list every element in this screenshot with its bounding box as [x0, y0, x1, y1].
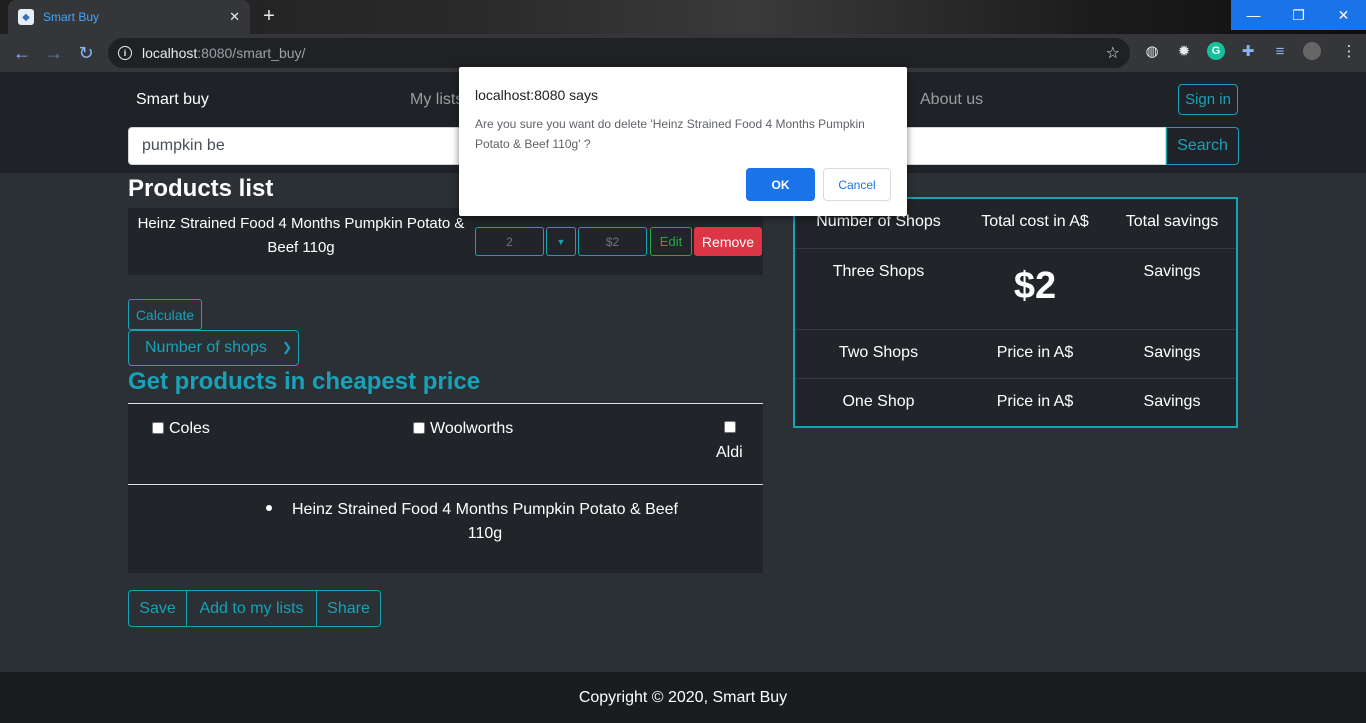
media-queue-icon[interactable]: ≡	[1271, 42, 1289, 60]
product-name: Heinz Strained Food 4 Months Pumpkin Pot…	[137, 215, 465, 256]
url-host: localhost	[142, 45, 198, 61]
new-tab-button[interactable]: +	[258, 6, 280, 28]
confirm-dialog: localhost:8080 says Are you sure you wan…	[459, 67, 907, 216]
dialog-title: localhost:8080 says	[475, 87, 598, 103]
favicon-icon: ◆	[18, 9, 34, 25]
search-button[interactable]: Search	[1166, 127, 1239, 165]
number-of-shops-select[interactable]: Number of shops ❯	[128, 330, 299, 366]
menu-dots-icon[interactable]: ⋮	[1340, 42, 1358, 60]
globe-extension-icon[interactable]: ◍	[1143, 42, 1161, 60]
save-button[interactable]: Save	[129, 591, 186, 626]
row-shops: Two Shops	[838, 344, 919, 361]
nav-my-lists[interactable]: My lists	[410, 91, 463, 109]
edit-button[interactable]: Edit	[650, 227, 692, 256]
summary-table: Number of Shops Total cost in A$ Total s…	[793, 197, 1238, 428]
close-window-button[interactable]: ✕	[1321, 0, 1366, 30]
row-shops: Three Shops	[832, 263, 925, 280]
nav-about-us[interactable]: About us	[920, 91, 983, 109]
profile-avatar[interactable]	[1303, 42, 1321, 60]
result-item: Heinz Strained Food 4 Months Pumpkin Pot…	[292, 501, 678, 542]
cancel-button[interactable]: Cancel	[823, 168, 891, 201]
restore-button[interactable]: ❐	[1276, 0, 1321, 30]
coles-checkbox[interactable]	[152, 422, 164, 434]
forward-arrow-icon[interactable]: →	[38, 37, 70, 69]
site-info-icon[interactable]: i	[118, 46, 132, 60]
ok-button[interactable]: OK	[746, 168, 815, 201]
cheapest-heading: Get products in cheapest price	[128, 368, 481, 395]
woolworths-label: Woolworths	[430, 420, 514, 437]
bookmark-star-icon[interactable]: ☆	[1106, 43, 1120, 63]
price-input[interactable]: $2	[578, 227, 647, 256]
quantity-dropdown-button[interactable]: ▼	[546, 227, 576, 256]
divider	[128, 484, 763, 485]
address-bar[interactable]: i localhost:8080/smart_buy/ ☆	[108, 38, 1130, 68]
summary-row-two-shops: Two Shops Price in A$ Savings	[795, 329, 1236, 378]
list-bullet	[266, 505, 272, 511]
back-arrow-icon[interactable]: ←	[6, 37, 38, 69]
caret-down-icon: ▼	[556, 236, 566, 247]
row-savings: Savings	[1143, 344, 1201, 361]
quantity-input[interactable]: 2	[475, 227, 544, 256]
chevron-down-icon: ❯	[281, 340, 292, 354]
reload-icon[interactable]: ↻	[70, 37, 102, 69]
browser-tab-strip: ◆ Smart Buy ✕ + — ❐ ✕	[0, 0, 1366, 34]
grammarly-icon[interactable]: G	[1207, 42, 1225, 60]
sign-in-button[interactable]: Sign in	[1178, 84, 1238, 115]
brand-link[interactable]: Smart buy	[136, 91, 209, 109]
minimize-button[interactable]: —	[1231, 0, 1276, 30]
dialog-message: Are you sure you want do delete 'Heinz S…	[475, 117, 865, 151]
tab-title: Smart Buy	[43, 10, 100, 24]
summary-row-one-shop: One Shop Price in A$ Savings	[795, 378, 1236, 426]
tab-close-icon[interactable]: ✕	[229, 9, 240, 25]
products-heading: Products list	[128, 175, 274, 202]
calculate-button[interactable]: Calculate	[128, 299, 202, 330]
window-controls: — ❐ ✕	[1231, 0, 1366, 30]
browser-tab[interactable]: ◆ Smart Buy ✕	[8, 0, 250, 34]
row-savings: Savings	[1143, 393, 1201, 410]
aldi-checkbox[interactable]	[724, 421, 736, 433]
row-cost: Price in A$	[996, 393, 1074, 410]
url-path: :8080/smart_buy/	[197, 45, 306, 61]
row-shops: One Shop	[842, 393, 915, 410]
product-row: Heinz Strained Food 4 Months Pumpkin Pot…	[128, 208, 763, 275]
row-savings: Savings	[1143, 263, 1201, 280]
header-total-cost: Total cost in A$	[981, 213, 1089, 230]
aldi-label: Aldi	[716, 444, 743, 461]
coles-label: Coles	[169, 420, 210, 437]
remove-button[interactable]: Remove	[694, 227, 762, 256]
summary-row-three-shops: Three Shops $2 Savings	[795, 248, 1236, 329]
stores-panel: Coles Woolworths Aldi Heinz Strained Foo…	[128, 403, 763, 573]
header-total-savings: Total savings	[1125, 213, 1219, 230]
add-to-my-lists-button[interactable]: Add to my lists	[186, 591, 316, 626]
woolworths-checkbox[interactable]	[413, 422, 425, 434]
row-cost-big: $2	[1013, 265, 1057, 307]
select-value: Number of shops	[145, 339, 267, 356]
extensions-puzzle-icon[interactable]: ✚	[1239, 42, 1257, 60]
action-button-group: Save Add to my lists Share	[128, 590, 381, 627]
gear-extension-icon[interactable]: ✹	[1175, 42, 1193, 60]
row-cost: Price in A$	[996, 344, 1074, 361]
footer: Copyright © 2020, Smart Buy	[0, 672, 1366, 723]
share-button[interactable]: Share	[316, 591, 380, 626]
